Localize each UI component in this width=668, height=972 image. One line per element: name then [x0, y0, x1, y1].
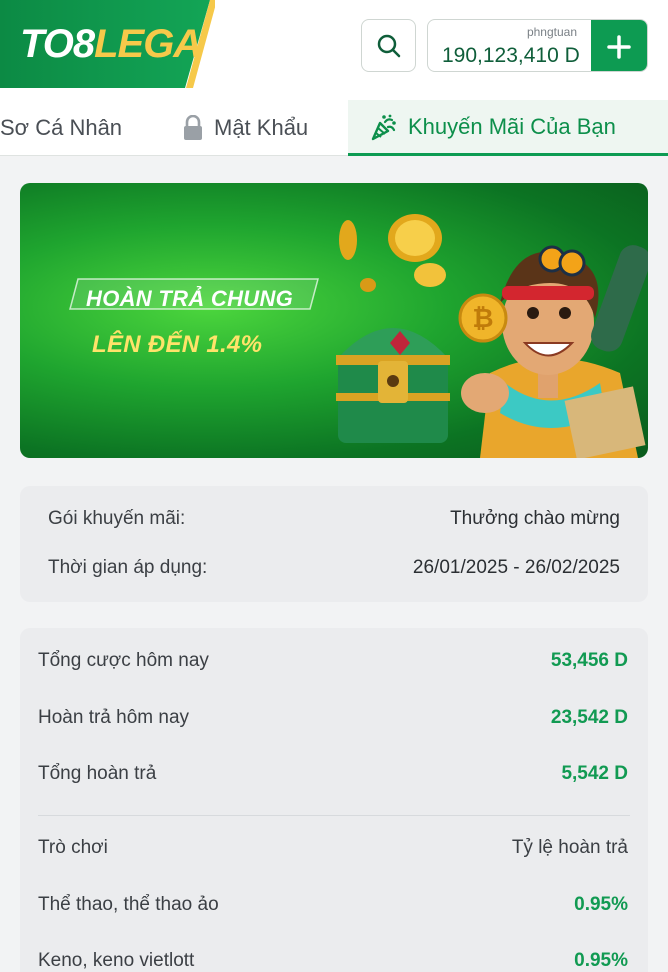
tab-profile-label: Sơ Cá Nhân: [0, 115, 123, 140]
character-illustration: ₿: [458, 245, 648, 458]
banner-illustration: ₿: [336, 214, 648, 458]
promo-period-value: 26/01/2025 - 26/02/2025: [412, 557, 620, 578]
logo-part2: LEGA: [94, 22, 202, 66]
total-refund-label: Tổng hoàn trả: [38, 763, 157, 784]
banner-headline: HOÀN TRẢ CHUNG: [86, 286, 294, 311]
banner-label-frame: [69, 278, 319, 310]
tab-password[interactable]: Mật Khẩu: [182, 100, 308, 156]
account-tabs: Sơ Cá Nhân Mật Khẩu Khuyến Mãi Của Bạn: [0, 100, 668, 156]
logo-part1: TO8: [20, 22, 95, 66]
treasure-chest-icon: [336, 328, 450, 443]
tab-password-label: Mật Khẩu: [214, 115, 309, 140]
deposit-button[interactable]: [591, 20, 647, 71]
coin-icon: [388, 214, 442, 262]
svg-text:₿: ₿: [472, 304, 493, 334]
today-refund-value: 23,542 D: [550, 707, 628, 728]
top-header: TO8LEGA phngtuan 190,123,410 D: [0, 0, 668, 100]
promo-banner[interactable]: HOÀN TRẢ CHUNG LÊN ĐẾN 1.4% ₿: [20, 183, 648, 458]
rates-game-name: Thể thao, thể thao ảo: [38, 894, 219, 915]
logo-text: TO8LEGA: [20, 22, 202, 67]
balance-box: phngtuan 190,123,410 D: [427, 19, 648, 72]
promo-package-label: Gói khuyến mãi:: [48, 508, 186, 529]
today-refund-label: Hoàn trả hôm nay: [38, 707, 190, 728]
tab-promotions[interactable]: Khuyến Mãi Của Bạn: [348, 100, 668, 156]
tab-promotions-label: Khuyến Mãi Của Bạn: [408, 113, 616, 139]
party-popper-icon: [371, 114, 396, 140]
tab-profile[interactable]: Sơ Cá Nhân: [0, 100, 122, 156]
total-refund-value: 5,542 D: [561, 763, 628, 784]
refund-stats-card: Tổng cược hôm nay 53,456 D Hoàn trả hôm …: [20, 628, 648, 972]
rates-game-name: Keno, keno vietlott: [38, 950, 195, 971]
lock-icon: [184, 115, 202, 140]
search-icon: [377, 34, 400, 57]
divider: [38, 815, 630, 816]
banner-subheadline: LÊN ĐẾN 1.4%: [92, 331, 263, 358]
balance-amount: 190,123,410 D: [442, 44, 580, 67]
username: phngtuan: [526, 25, 577, 39]
search-button[interactable]: [361, 19, 416, 72]
today-bets-value: 53,456 D: [550, 650, 628, 671]
rates-col-rate: Tỷ lệ hoàn trả: [511, 837, 628, 858]
promo-info-card: Gói khuyến mãi: Thưởng chào mừng Thời gi…: [20, 486, 648, 602]
today-bets-label: Tổng cược hôm nay: [38, 650, 209, 671]
rates-game-rate: 0.95%: [574, 894, 628, 915]
rates-col-game: Trò chơi: [38, 837, 108, 858]
promo-package-value: Thưởng chào mừng: [450, 508, 620, 529]
rates-game-rate: 0.95%: [574, 950, 628, 971]
promo-period-label: Thời gian áp dụng:: [48, 557, 208, 578]
logo[interactable]: TO8LEGA: [0, 0, 215, 88]
plus-icon: [607, 34, 631, 59]
